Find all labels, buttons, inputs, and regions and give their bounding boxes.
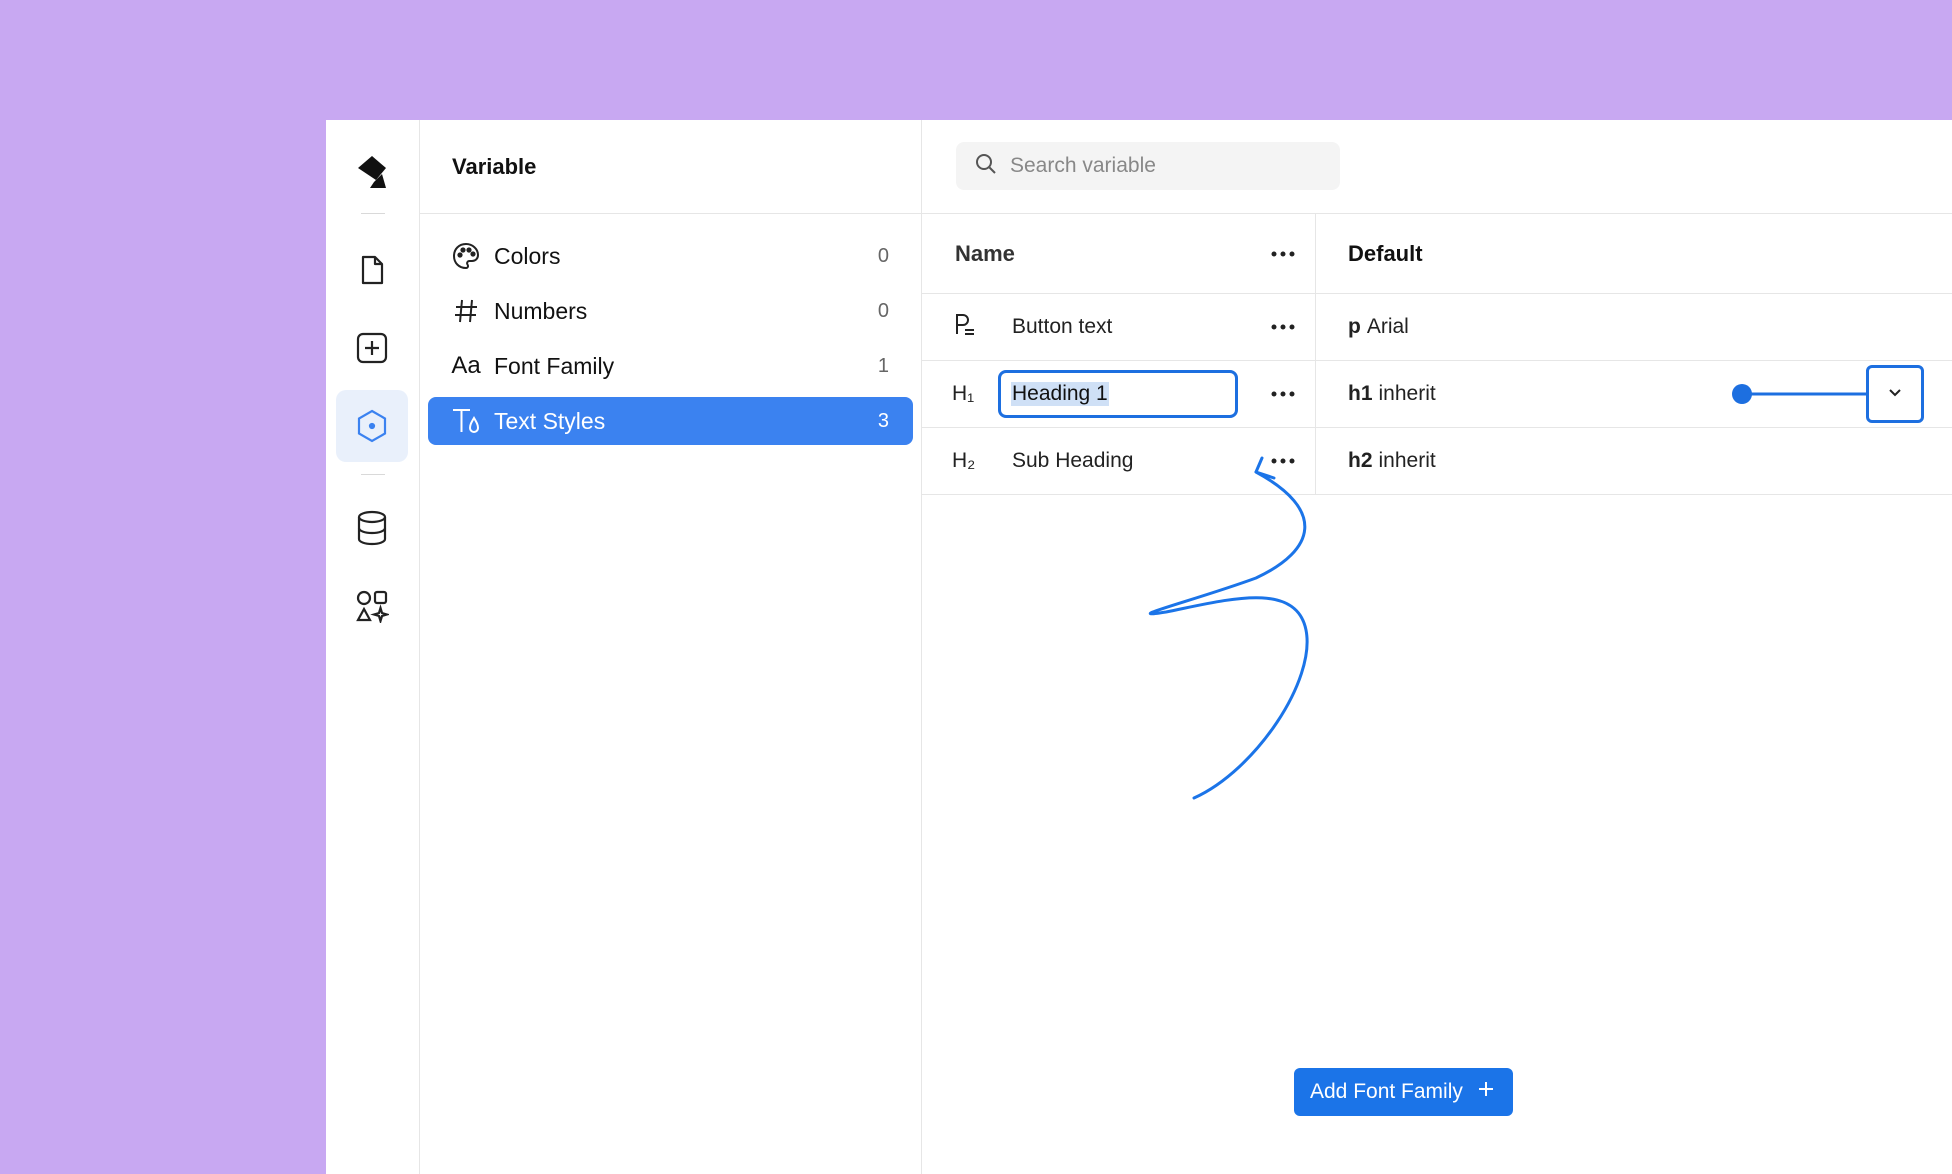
category-count: 1: [877, 354, 889, 377]
dropdown-button[interactable]: [1866, 365, 1924, 423]
more-icon[interactable]: [1267, 242, 1299, 266]
add-button-label: Add Font Family: [1310, 1080, 1463, 1103]
table-row[interactable]: H₂ Sub Heading h2 inherit: [922, 428, 1952, 495]
app-window: Variable Colors 0 Numbers 0 Aa Font Fami…: [326, 120, 1952, 1174]
default-value[interactable]: h1 inherit: [1348, 382, 1436, 406]
category-count: 3: [877, 409, 889, 432]
heading1-icon: H₁: [952, 382, 975, 405]
add-font-family-button[interactable]: Add Font Family: [1294, 1068, 1513, 1116]
search-icon: [974, 152, 998, 181]
main-area: Name Default Button text: [922, 120, 1952, 1174]
connector-line: [1732, 384, 1870, 404]
search-box[interactable]: [956, 142, 1340, 190]
search-input[interactable]: [1010, 154, 1310, 178]
category-label: Colors: [494, 242, 561, 269]
annotation-arrow: [1148, 456, 1309, 800]
icon-rail: [326, 120, 420, 1174]
variables-table: Name Default Button text p Arial H₁ Head…: [922, 214, 1952, 495]
category-label: Numbers: [494, 297, 588, 324]
plus-icon: [1477, 1080, 1495, 1104]
more-icon[interactable]: [1267, 315, 1299, 339]
heading2-icon: H₂: [952, 449, 976, 472]
category-numbers[interactable]: Numbers 0: [428, 287, 913, 335]
variable-hexagon-icon[interactable]: [336, 390, 408, 462]
category-label: Font Family: [494, 352, 615, 379]
hash-icon: [450, 295, 482, 327]
category-count: 0: [877, 244, 889, 267]
category-text-styles[interactable]: Text Styles 3: [428, 397, 913, 445]
variable-name[interactable]: Button text: [1012, 315, 1112, 339]
components-icon[interactable]: [336, 570, 408, 642]
table-row[interactable]: H₁ Heading 1 h1 inherit: [922, 361, 1952, 428]
variable-name-field[interactable]: Heading 1: [998, 370, 1238, 418]
default-value[interactable]: p Arial: [1348, 315, 1409, 339]
add-box-icon[interactable]: [336, 312, 408, 384]
panel-title: Variable: [420, 120, 921, 214]
category-font-family[interactable]: Aa Font Family 1: [428, 342, 913, 390]
font-aa-icon: Aa: [451, 352, 481, 379]
selected-text: Heading 1: [1011, 382, 1109, 406]
paragraph-style-icon: [952, 312, 982, 342]
category-list: Colors 0 Numbers 0 Aa Font Family 1 Text…: [420, 214, 921, 445]
database-icon[interactable]: [336, 492, 408, 564]
category-count: 0: [877, 299, 889, 322]
palette-icon: [450, 240, 482, 272]
table-header: Name Default: [922, 214, 1952, 294]
chevron-down-icon: [1887, 385, 1903, 403]
category-colors[interactable]: Colors 0: [428, 232, 913, 280]
variable-panel: Variable Colors 0 Numbers 0 Aa Font Fami…: [420, 120, 922, 1174]
table-row[interactable]: Button text p Arial: [922, 294, 1952, 361]
column-header-name: Name: [955, 240, 1015, 266]
main-header: [922, 120, 1952, 214]
logo-icon[interactable]: [336, 136, 408, 208]
column-header-default: Default: [1348, 240, 1423, 266]
text-style-icon: [450, 405, 482, 437]
category-label: Text Styles: [494, 407, 606, 434]
more-icon[interactable]: [1267, 382, 1299, 406]
page-icon[interactable]: [336, 234, 408, 306]
